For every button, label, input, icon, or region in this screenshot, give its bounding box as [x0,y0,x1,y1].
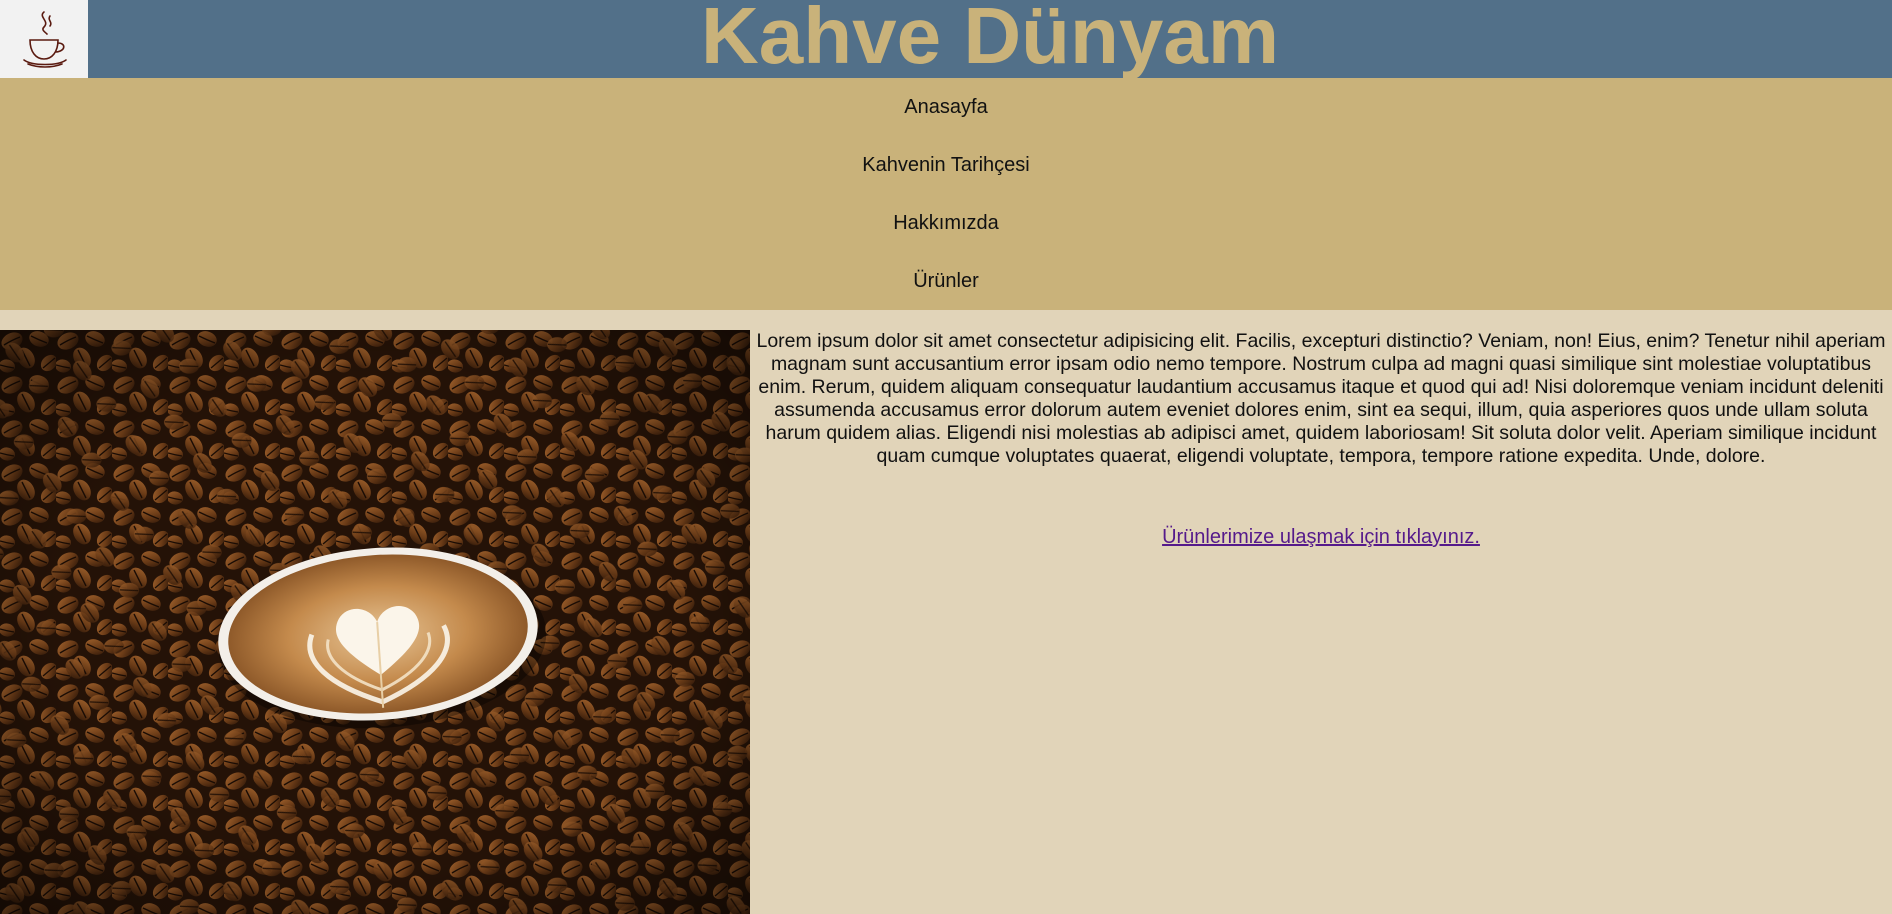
intro-paragraph: Lorem ipsum dolor sit amet consectetur a… [756,330,1886,467]
site-header: Kahve Dünyam [0,0,1892,80]
products-link[interactable]: Ürünlerimize ulaşmak için tıklayınız. [1162,526,1480,549]
nav-item-anasayfa: Anasayfa [0,78,1892,136]
main-content: Lorem ipsum dolor sit amet consectetur a… [750,330,1892,549]
logo[interactable] [0,0,88,80]
main-navigation: Anasayfa Kahvenin Tarihçesi Hakkımızda Ü… [0,78,1892,310]
nav-link-anasayfa[interactable]: Anasayfa [904,96,987,119]
nav-link-kahvenin-tarihcesi[interactable]: Kahvenin Tarihçesi [862,154,1030,177]
site-title: Kahve Dünyam [701,0,1279,80]
coffee-cup-icon [23,11,67,68]
coffee-beans-latte-art-image [0,330,750,914]
nav-item-hakkimizda: Hakkımızda [0,194,1892,252]
hero-image [0,330,750,914]
nav-item-kahvenin-tarihcesi: Kahvenin Tarihçesi [0,136,1892,194]
nav-link-urunler[interactable]: Ürünler [913,270,979,293]
nav-link-hakkimizda[interactable]: Hakkımızda [893,212,999,235]
nav-item-urunler: Ürünler [0,252,1892,310]
